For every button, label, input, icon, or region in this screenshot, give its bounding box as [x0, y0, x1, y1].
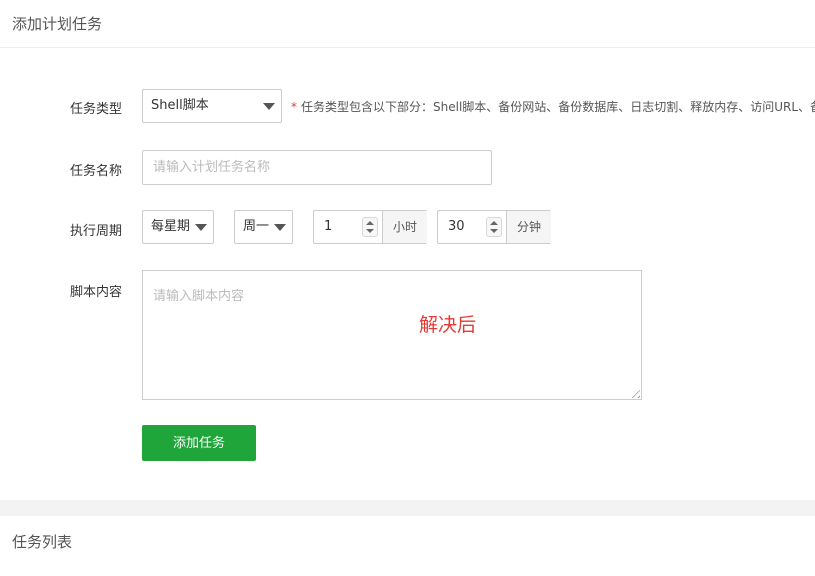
cycle-period-value: 每星期: [151, 219, 191, 234]
add-task-panel-title: 添加计划任务: [12, 15, 103, 33]
chevron-down-icon: [274, 224, 286, 231]
cycle-weekday-select[interactable]: 周一: [234, 210, 293, 244]
chevron-down-icon: [263, 103, 275, 110]
stepper-down-icon[interactable]: [366, 229, 374, 233]
required-star: *: [291, 100, 297, 114]
stepper-up-icon[interactable]: [366, 221, 374, 225]
task-type-hint: * 任务类型包含以下部分：Shell脚本、备份网站、备份数据库、日志切割、释放内存…: [291, 98, 815, 115]
task-list-panel: 任务列表: [0, 516, 815, 576]
script-textarea[interactable]: 请输入脚本内容: [142, 270, 642, 400]
cycle-label: 执行周期: [70, 224, 123, 239]
hour-stepper[interactable]: [362, 217, 378, 237]
script-label: 脚本内容: [70, 285, 123, 300]
stepper-down-icon[interactable]: [490, 229, 498, 233]
task-type-hint-text: 任务类型包含以下部分：Shell脚本、备份网站、备份数据库、日志切割、释放内存、…: [301, 100, 815, 114]
chevron-down-icon: [195, 224, 207, 231]
annotation-text: 解决后: [419, 314, 477, 336]
task-name-label: 任务名称: [70, 164, 123, 179]
add-task-button[interactable]: 添加任务: [142, 425, 256, 461]
panel-title-divider: [0, 47, 815, 48]
cycle-weekday-value: 周一: [243, 219, 270, 234]
minute-value: 30: [448, 219, 465, 234]
task-type-label: 任务类型: [70, 102, 123, 117]
resize-handle-icon[interactable]: [628, 386, 640, 398]
add-task-panel: 添加计划任务 任务类型 Shell脚本 * 任务类型包含以下部分：Shell脚本、…: [0, 0, 815, 500]
cycle-period-select[interactable]: 每星期: [142, 210, 214, 244]
task-list-title: 任务列表: [12, 533, 73, 551]
task-type-selected-value: Shell脚本: [151, 98, 209, 113]
task-name-input[interactable]: [142, 150, 492, 185]
minute-number-input[interactable]: 30 分钟: [437, 210, 551, 244]
stepper-up-icon[interactable]: [490, 221, 498, 225]
minute-stepper[interactable]: [486, 217, 502, 237]
minute-unit-addon: 分钟: [506, 211, 551, 243]
hour-number-input[interactable]: 1 小时: [313, 210, 427, 244]
hour-unit-addon: 小时: [382, 211, 427, 243]
task-type-select[interactable]: Shell脚本: [142, 89, 282, 123]
hour-value: 1: [324, 219, 333, 234]
script-placeholder: 请输入脚本内容: [153, 289, 245, 304]
